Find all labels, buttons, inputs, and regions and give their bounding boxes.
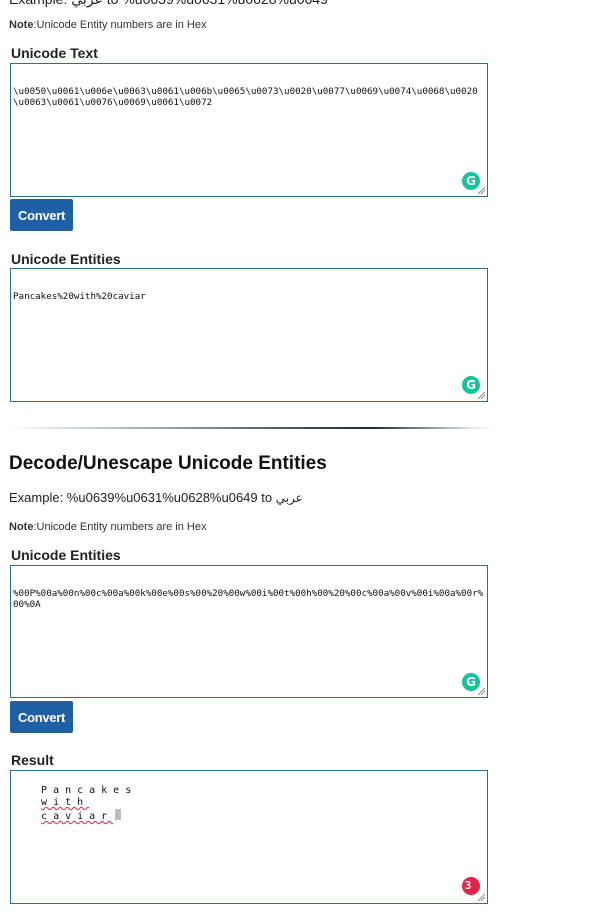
result-word-3: caviar	[41, 811, 114, 822]
example-text-top: Example: عربي to %u0639%u0631%u0628%u064…	[9, 0, 328, 8]
resize-grip-icon[interactable]	[477, 186, 486, 195]
text-caret	[115, 809, 122, 820]
section-divider	[8, 427, 492, 429]
result-word-1: Pancakes	[41, 785, 138, 796]
note-bold-label: Note	[9, 19, 34, 31]
result-label: Result	[11, 752, 54, 768]
note-top: Note:Unicode Entity numbers are in Hex	[9, 19, 206, 31]
unicode-text-value: \u0050\u0061\u006e\u0063\u0061\u006b\u00…	[13, 86, 478, 108]
convert-button-decode[interactable]: Convert	[10, 701, 73, 733]
resize-grip-icon[interactable]	[477, 687, 486, 696]
note-text: :Unicode Entity numbers are in Hex	[33, 19, 207, 31]
unicode-entities-label-top: Unicode Entities	[11, 251, 121, 267]
resize-grip-icon[interactable]	[477, 893, 486, 902]
unicode-entities-output[interactable]: Pancakes%20with%20caviar G	[10, 268, 488, 402]
decode-example: Example: %u0639%u0631%u0628%u0649 to عرب…	[9, 490, 303, 505]
unicode-entities-input-value: %00P%00a%00n%00c%00a%00k%00e%00s%00%20%0…	[13, 588, 484, 610]
unicode-text-label: Unicode Text	[11, 45, 98, 61]
note-text: :Unicode Entity numbers are in Hex	[33, 521, 207, 533]
note-decode: Note:Unicode Entity numbers are in Hex	[9, 521, 206, 533]
unicode-entities-input[interactable]: %00P%00a%00n%00c%00a%00k%00e%00s%00%20%0…	[10, 565, 488, 698]
result-word-2: with	[41, 797, 90, 808]
unicode-text-input[interactable]: \u0050\u0061\u006e\u0063\u0061\u006b\u00…	[10, 63, 488, 197]
decode-example-arabic: عربي	[275, 491, 303, 505]
decode-section-title: Decode/Unescape Unicode Entities	[9, 453, 327, 474]
result-output[interactable]: Pancakes with caviar 3	[10, 770, 488, 904]
convert-button-encode[interactable]: Convert	[10, 199, 73, 231]
unicode-entities-value: Pancakes%20with%20caviar	[13, 291, 146, 302]
note-bold-label: Note	[9, 521, 34, 533]
resize-grip-icon[interactable]	[477, 391, 486, 400]
unicode-entities-label-decode: Unicode Entities	[11, 547, 121, 563]
decode-example-prefix: Example: %u0639%u0631%u0628%u0649 to	[9, 490, 276, 505]
